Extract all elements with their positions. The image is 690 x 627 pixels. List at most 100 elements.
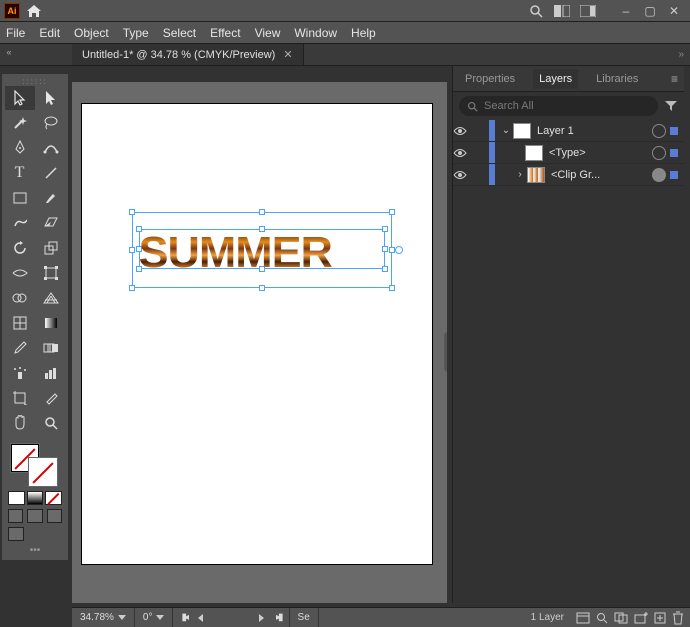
rectangle-tool[interactable] [5, 186, 35, 210]
new-layer-icon[interactable] [654, 612, 666, 624]
scale-tool[interactable] [36, 236, 66, 260]
selection-tool[interactable] [5, 86, 35, 110]
visibility-toggle[interactable] [453, 126, 475, 136]
layer-name[interactable]: <Type> [549, 147, 648, 159]
minimize-button[interactable]: – [614, 2, 638, 20]
layer-name[interactable]: <Clip Gr... [551, 169, 648, 181]
menu-window[interactable]: Window [294, 26, 337, 40]
shaper-tool[interactable] [5, 211, 35, 235]
rotate-tool[interactable] [5, 236, 35, 260]
artwork-text[interactable]: SUMMER [139, 231, 386, 275]
canvas[interactable]: SUMMER [72, 82, 447, 603]
workspace-switcher-icon[interactable] [580, 3, 596, 19]
gradient-tool[interactable] [36, 311, 66, 335]
edit-toolbar-button[interactable]: ••• [4, 543, 66, 558]
target-icon[interactable] [652, 124, 666, 138]
prev-artboard-icon[interactable] [194, 614, 203, 622]
selection-indicator[interactable] [670, 149, 678, 157]
resize-handle-tm[interactable] [259, 209, 265, 215]
toolbar-collapse-icon[interactable]: « [2, 47, 16, 57]
panel-grip[interactable]: :::::: [4, 76, 66, 86]
arrange-documents-icon[interactable] [554, 3, 570, 19]
delete-layer-icon[interactable] [672, 611, 684, 625]
stroke-color-swatch[interactable] [28, 457, 58, 487]
close-button[interactable]: ✕ [662, 2, 686, 20]
type-tool[interactable]: T [5, 161, 35, 185]
color-mode-button[interactable] [8, 491, 25, 505]
eraser-tool[interactable] [36, 211, 66, 235]
disclosure-triangle[interactable]: ⌄ [499, 125, 513, 136]
rotate-view-control[interactable]: 0° [135, 608, 174, 627]
menu-object[interactable]: Object [74, 26, 109, 40]
target-icon[interactable] [652, 168, 666, 182]
paintbrush-tool[interactable] [36, 186, 66, 210]
document-tab[interactable]: Untitled-1* @ 34.78 % (CMYK/Preview) ✕ [72, 44, 304, 65]
tab-properties[interactable]: Properties [459, 69, 521, 89]
resize-handle-tl[interactable] [129, 209, 135, 215]
layer-row[interactable]: › <Clip Gr... [453, 164, 684, 186]
menu-help[interactable]: Help [351, 26, 376, 40]
draw-normal-button[interactable] [8, 509, 23, 523]
layers-search-input[interactable]: Search All [459, 96, 658, 116]
target-icon[interactable] [652, 146, 666, 160]
fill-stroke-controls[interactable] [4, 441, 66, 489]
home-icon[interactable] [26, 4, 42, 18]
slice-tool[interactable] [36, 386, 66, 410]
hand-tool[interactable] [5, 411, 35, 435]
tab-layers[interactable]: Layers [533, 69, 578, 89]
panel-menu-icon[interactable]: ≡ [671, 72, 678, 86]
layer-name[interactable]: Layer 1 [537, 125, 648, 137]
artboard-tool[interactable] [5, 386, 35, 410]
layer-row[interactable]: <Type> [453, 142, 684, 164]
disclosure-triangle[interactable]: › [513, 169, 527, 180]
magic-wand-tool[interactable] [5, 111, 35, 135]
menu-view[interactable]: View [255, 26, 281, 40]
eyedropper-tool[interactable] [5, 336, 35, 360]
selection-indicator[interactable] [670, 171, 678, 179]
text-out-port[interactable] [395, 246, 403, 254]
resize-handle-tr[interactable] [389, 209, 395, 215]
filter-icon[interactable] [664, 100, 678, 112]
maximize-button[interactable]: ▢ [638, 2, 662, 20]
menu-type[interactable]: Type [123, 26, 149, 40]
symbol-sprayer-tool[interactable] [5, 361, 35, 385]
visibility-toggle[interactable] [453, 148, 475, 158]
curvature-tool[interactable] [36, 136, 66, 160]
search-icon[interactable] [528, 3, 544, 19]
menu-effect[interactable]: Effect [210, 26, 240, 40]
visibility-toggle[interactable] [453, 170, 475, 180]
selection-bounding-box[interactable]: SUMMER [132, 212, 392, 288]
layer-row[interactable]: ⌄ Layer 1 [453, 120, 684, 142]
resize-handle-ml[interactable] [129, 247, 135, 253]
tab-libraries[interactable]: Libraries [590, 69, 644, 89]
menu-file[interactable]: File [6, 26, 25, 40]
last-artboard-icon[interactable]: ▸▮ [276, 612, 281, 623]
panel-collapse-arrows[interactable]: » [450, 44, 690, 65]
none-mode-button[interactable] [45, 491, 62, 505]
zoom-tool[interactable] [36, 411, 66, 435]
draw-behind-button[interactable] [27, 509, 42, 523]
new-sublayer-icon[interactable] [634, 612, 648, 624]
make-clipping-mask-icon[interactable] [614, 612, 628, 624]
menu-select[interactable]: Select [163, 26, 196, 40]
line-segment-tool[interactable] [36, 161, 66, 185]
shape-builder-tool[interactable] [5, 286, 35, 310]
width-tool[interactable] [5, 261, 35, 285]
next-artboard-icon[interactable] [259, 614, 268, 622]
first-artboard-icon[interactable]: ▮◂ [181, 612, 186, 623]
artboard[interactable]: SUMMER [82, 104, 432, 564]
artboard-navigation[interactable]: ▮◂ ▸▮ [173, 608, 289, 627]
free-transform-tool[interactable] [36, 261, 66, 285]
menu-edit[interactable]: Edit [39, 26, 60, 40]
resize-handle-bm[interactable] [259, 285, 265, 291]
direct-selection-tool[interactable] [36, 86, 66, 110]
layer-paste-remembers-icon[interactable] [576, 612, 590, 624]
resize-handle-bl[interactable] [129, 285, 135, 291]
gradient-mode-button[interactable] [27, 491, 44, 505]
zoom-level-control[interactable]: 34.78% [72, 608, 135, 627]
mesh-tool[interactable] [5, 311, 35, 335]
close-document-icon[interactable]: ✕ [283, 48, 292, 61]
pen-tool[interactable] [5, 136, 35, 160]
screen-mode-button[interactable] [8, 527, 24, 541]
perspective-grid-tool[interactable] [36, 286, 66, 310]
